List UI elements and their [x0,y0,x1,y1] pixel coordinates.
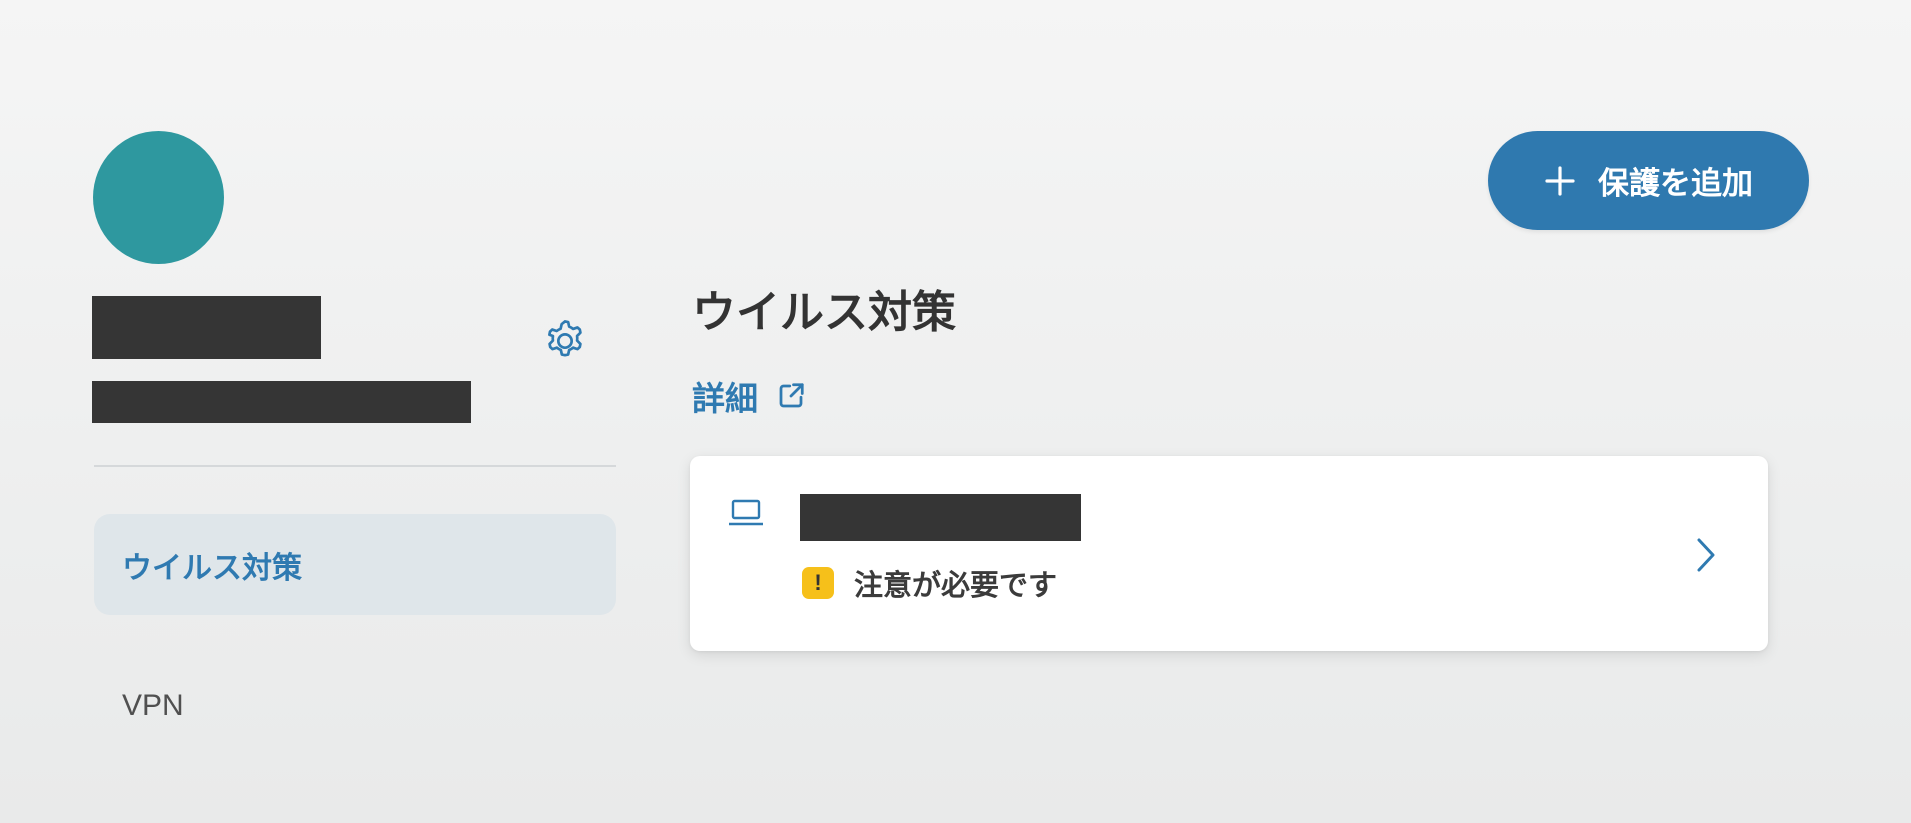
chevron-right-icon [1697,538,1715,572]
sidebar-item-antivirus[interactable]: ウイルス対策 [94,514,616,615]
device-card[interactable]: ! 注意が必要です [690,456,1768,651]
external-link-icon [779,383,804,408]
warning-icon: ! [802,567,834,599]
settings-button[interactable] [537,313,593,369]
redacted-account-email [92,381,471,423]
redacted-account-name [92,296,321,359]
sidebar-item-label: ウイルス対策 [122,550,302,586]
sidebar-divider [94,465,616,467]
add-protection-button[interactable]: 保護を追加 [1488,131,1809,230]
sidebar-item-vpn[interactable]: VPN [94,656,616,756]
laptop-icon [729,499,763,526]
add-protection-label: 保護を追加 [1598,166,1753,202]
device-status-text: 注意が必要です [854,568,1058,602]
page-title: ウイルス対策 [692,287,956,338]
details-link-label: 詳細 [692,379,758,418]
device-status: ! 注意が必要です [802,562,1057,604]
sidebar-item-label: VPN [122,689,184,722]
gear-icon [548,320,582,357]
details-link[interactable]: 詳細 [692,372,806,420]
avatar [93,131,224,264]
redacted-device-name [800,494,1081,541]
plus-icon [1545,165,1575,196]
